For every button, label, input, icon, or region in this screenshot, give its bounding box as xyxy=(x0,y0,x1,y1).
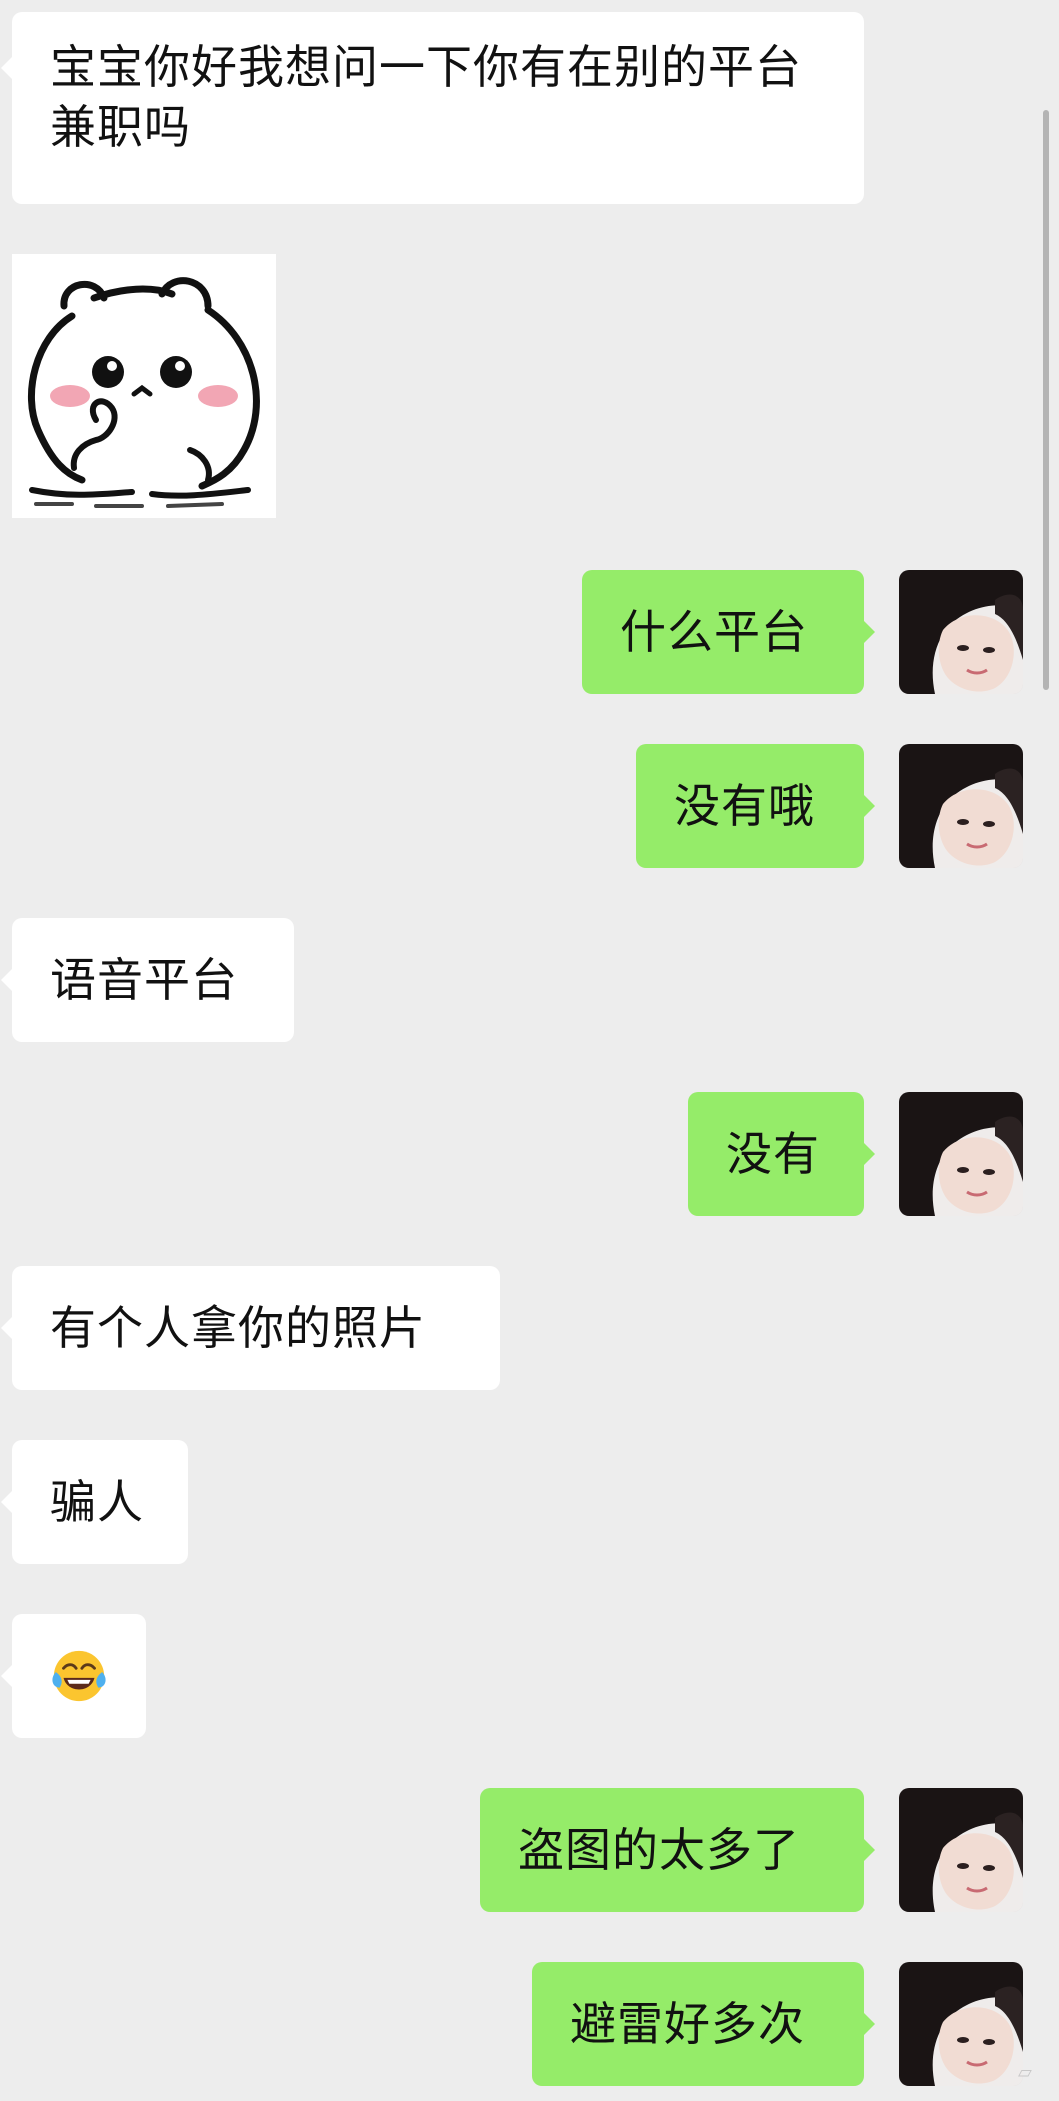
user-avatar[interactable] xyxy=(899,1962,1023,2086)
outgoing-message-bubble[interactable]: 什么平台 xyxy=(582,570,875,694)
incoming-message-bubble[interactable]: 语音平台 xyxy=(1,918,294,1042)
outgoing-message-bubble[interactable]: 避雷好多次 xyxy=(532,1962,875,2086)
message-text: 骗人 xyxy=(50,1475,144,1529)
hamster-sticker-image[interactable] xyxy=(12,254,276,518)
incoming-message-bubble[interactable]: 宝宝你好我想问一下你有在别的平台兼职吗 xyxy=(1,12,864,204)
user-avatar[interactable] xyxy=(899,744,1023,868)
avatar-photo-icon xyxy=(899,570,1023,694)
message-text: 避雷好多次 xyxy=(570,1997,805,2051)
incoming-message-bubble[interactable]: 有个人拿你的照片 xyxy=(1,1266,500,1390)
message-text: 什么平台 xyxy=(620,605,808,659)
watermark-icon: ▱ xyxy=(1018,2062,1032,2083)
face-with-tears-of-joy-icon xyxy=(52,1650,106,1702)
message-text: 语音平台 xyxy=(50,953,238,1007)
user-avatar[interactable] xyxy=(899,570,1023,694)
avatar-photo-icon xyxy=(899,1962,1023,2086)
incoming-message-bubble[interactable] xyxy=(1,1614,146,1738)
incoming-message-bubble[interactable]: 骗人 xyxy=(1,1440,188,1564)
message-text: 没有哦 xyxy=(674,779,815,833)
user-avatar[interactable] xyxy=(899,1092,1023,1216)
outgoing-message-bubble[interactable]: 盗图的太多了 xyxy=(480,1788,875,1912)
message-text: 没有 xyxy=(726,1127,820,1181)
vertical-scrollbar[interactable] xyxy=(1043,110,1049,690)
user-avatar[interactable] xyxy=(899,1788,1023,1912)
outgoing-message-bubble[interactable]: 没有哦 xyxy=(636,744,875,868)
message-text: 盗图的太多了 xyxy=(518,1823,800,1877)
message-text: 有个人拿你的照片 xyxy=(50,1301,426,1355)
avatar-photo-icon xyxy=(899,1788,1023,1912)
avatar-photo-icon xyxy=(899,1092,1023,1216)
message-text: 宝宝你好我想问一下你有在别的平台兼职吗 xyxy=(50,40,802,154)
outgoing-message-bubble[interactable]: 没有 xyxy=(688,1092,875,1216)
white-hamster-sticker xyxy=(12,254,276,518)
chat-message-list[interactable]: 宝宝你好我想问一下你有在别的平台兼职吗 什么平台 没有哦 语音平台 没有 有个人… xyxy=(0,0,1059,2101)
avatar-photo-icon xyxy=(899,744,1023,868)
